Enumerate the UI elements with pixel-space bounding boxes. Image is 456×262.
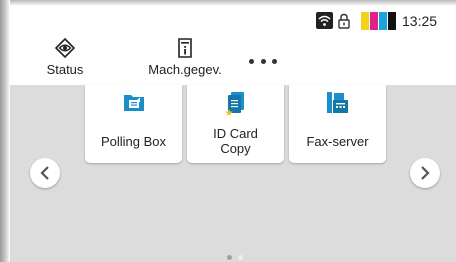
more-dots-icon [272,58,277,64]
status-label: Status [46,62,84,77]
page-dot [238,255,243,260]
bezel-top [0,0,456,6]
wifi-icon [316,12,333,29]
id-card-copy-label-line2: Copy [220,141,251,156]
id-card-copy-icon [224,92,244,116]
clock: 13:25 [402,13,438,29]
fax-server-icon [326,92,348,113]
more-options-button[interactable] [249,56,277,66]
info-document-icon [178,38,192,58]
status-button[interactable]: Status [40,38,90,84]
fax-server-tile[interactable]: Fax-server [289,85,386,163]
id-card-copy-tile[interactable]: ID Card Copy [187,85,284,163]
eye-diamond-icon [55,38,75,58]
chevron-right-icon [421,166,430,180]
id-card-copy-label-line1: ID Card [213,126,258,141]
folder-polling-icon [123,95,144,111]
more-dots-icon [249,58,254,64]
screen: 13:25 Status Mach.gegev. Polling Box ID … [0,0,456,262]
bezel-left [0,0,10,262]
page-dot-active [227,255,232,260]
status-bar: 13:25 [316,12,456,30]
chevron-left-icon [40,166,49,180]
function-panel: Polling Box ID Card Copy Fax-server [10,85,456,262]
page-indicator [225,255,251,261]
previous-page-button[interactable] [30,158,60,188]
toner-level-icon [361,12,396,30]
id-card-copy-label: ID Card Copy [187,126,284,156]
more-dots-icon [260,58,266,64]
machine-info-button[interactable]: Mach.gegev. [135,38,235,84]
fax-server-label: Fax-server [306,134,369,149]
next-page-button[interactable] [410,158,440,188]
polling-box-label: Polling Box [100,134,167,149]
machine-info-label: Mach.gegev. [148,62,222,77]
polling-box-tile[interactable]: Polling Box [85,85,182,163]
lock-icon [338,13,350,29]
